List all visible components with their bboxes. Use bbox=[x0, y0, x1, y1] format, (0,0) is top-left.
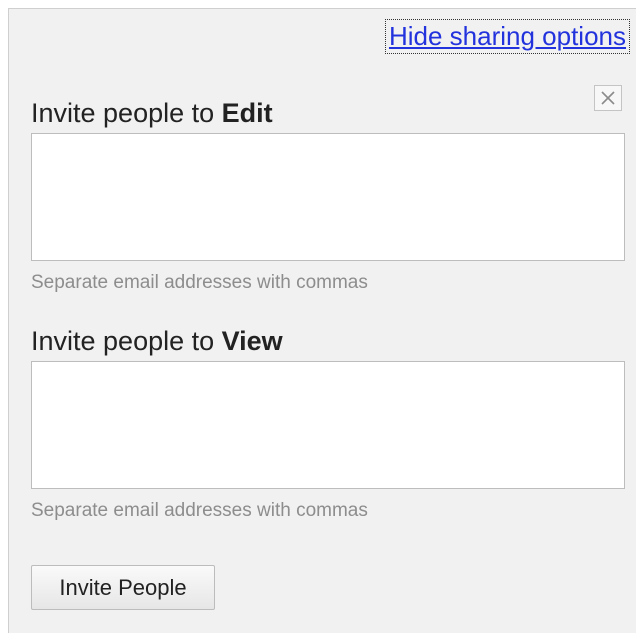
close-button[interactable] bbox=[594, 85, 622, 111]
edit-emails-hint: Separate email addresses with commas bbox=[31, 272, 368, 293]
view-emails-input[interactable] bbox=[31, 361, 625, 489]
invite-edit-label: Invite people to Edit bbox=[31, 97, 273, 129]
invite-people-button[interactable]: Invite People bbox=[31, 565, 215, 610]
invite-view-label: Invite people to View bbox=[31, 325, 283, 357]
invite-edit-label-bold: Edit bbox=[221, 98, 273, 128]
edit-emails-input[interactable] bbox=[31, 133, 625, 261]
view-emails-hint: Separate email addresses with commas bbox=[31, 500, 368, 521]
invite-edit-label-prefix: Invite people to bbox=[31, 98, 222, 128]
sharing-panel: Hide sharing options Invite people to Ed… bbox=[8, 8, 636, 633]
hide-sharing-options-link[interactable]: Hide sharing options bbox=[384, 19, 630, 54]
invite-view-label-prefix: Invite people to bbox=[31, 326, 222, 356]
invite-view-label-bold: View bbox=[221, 326, 283, 356]
close-icon bbox=[595, 86, 621, 110]
